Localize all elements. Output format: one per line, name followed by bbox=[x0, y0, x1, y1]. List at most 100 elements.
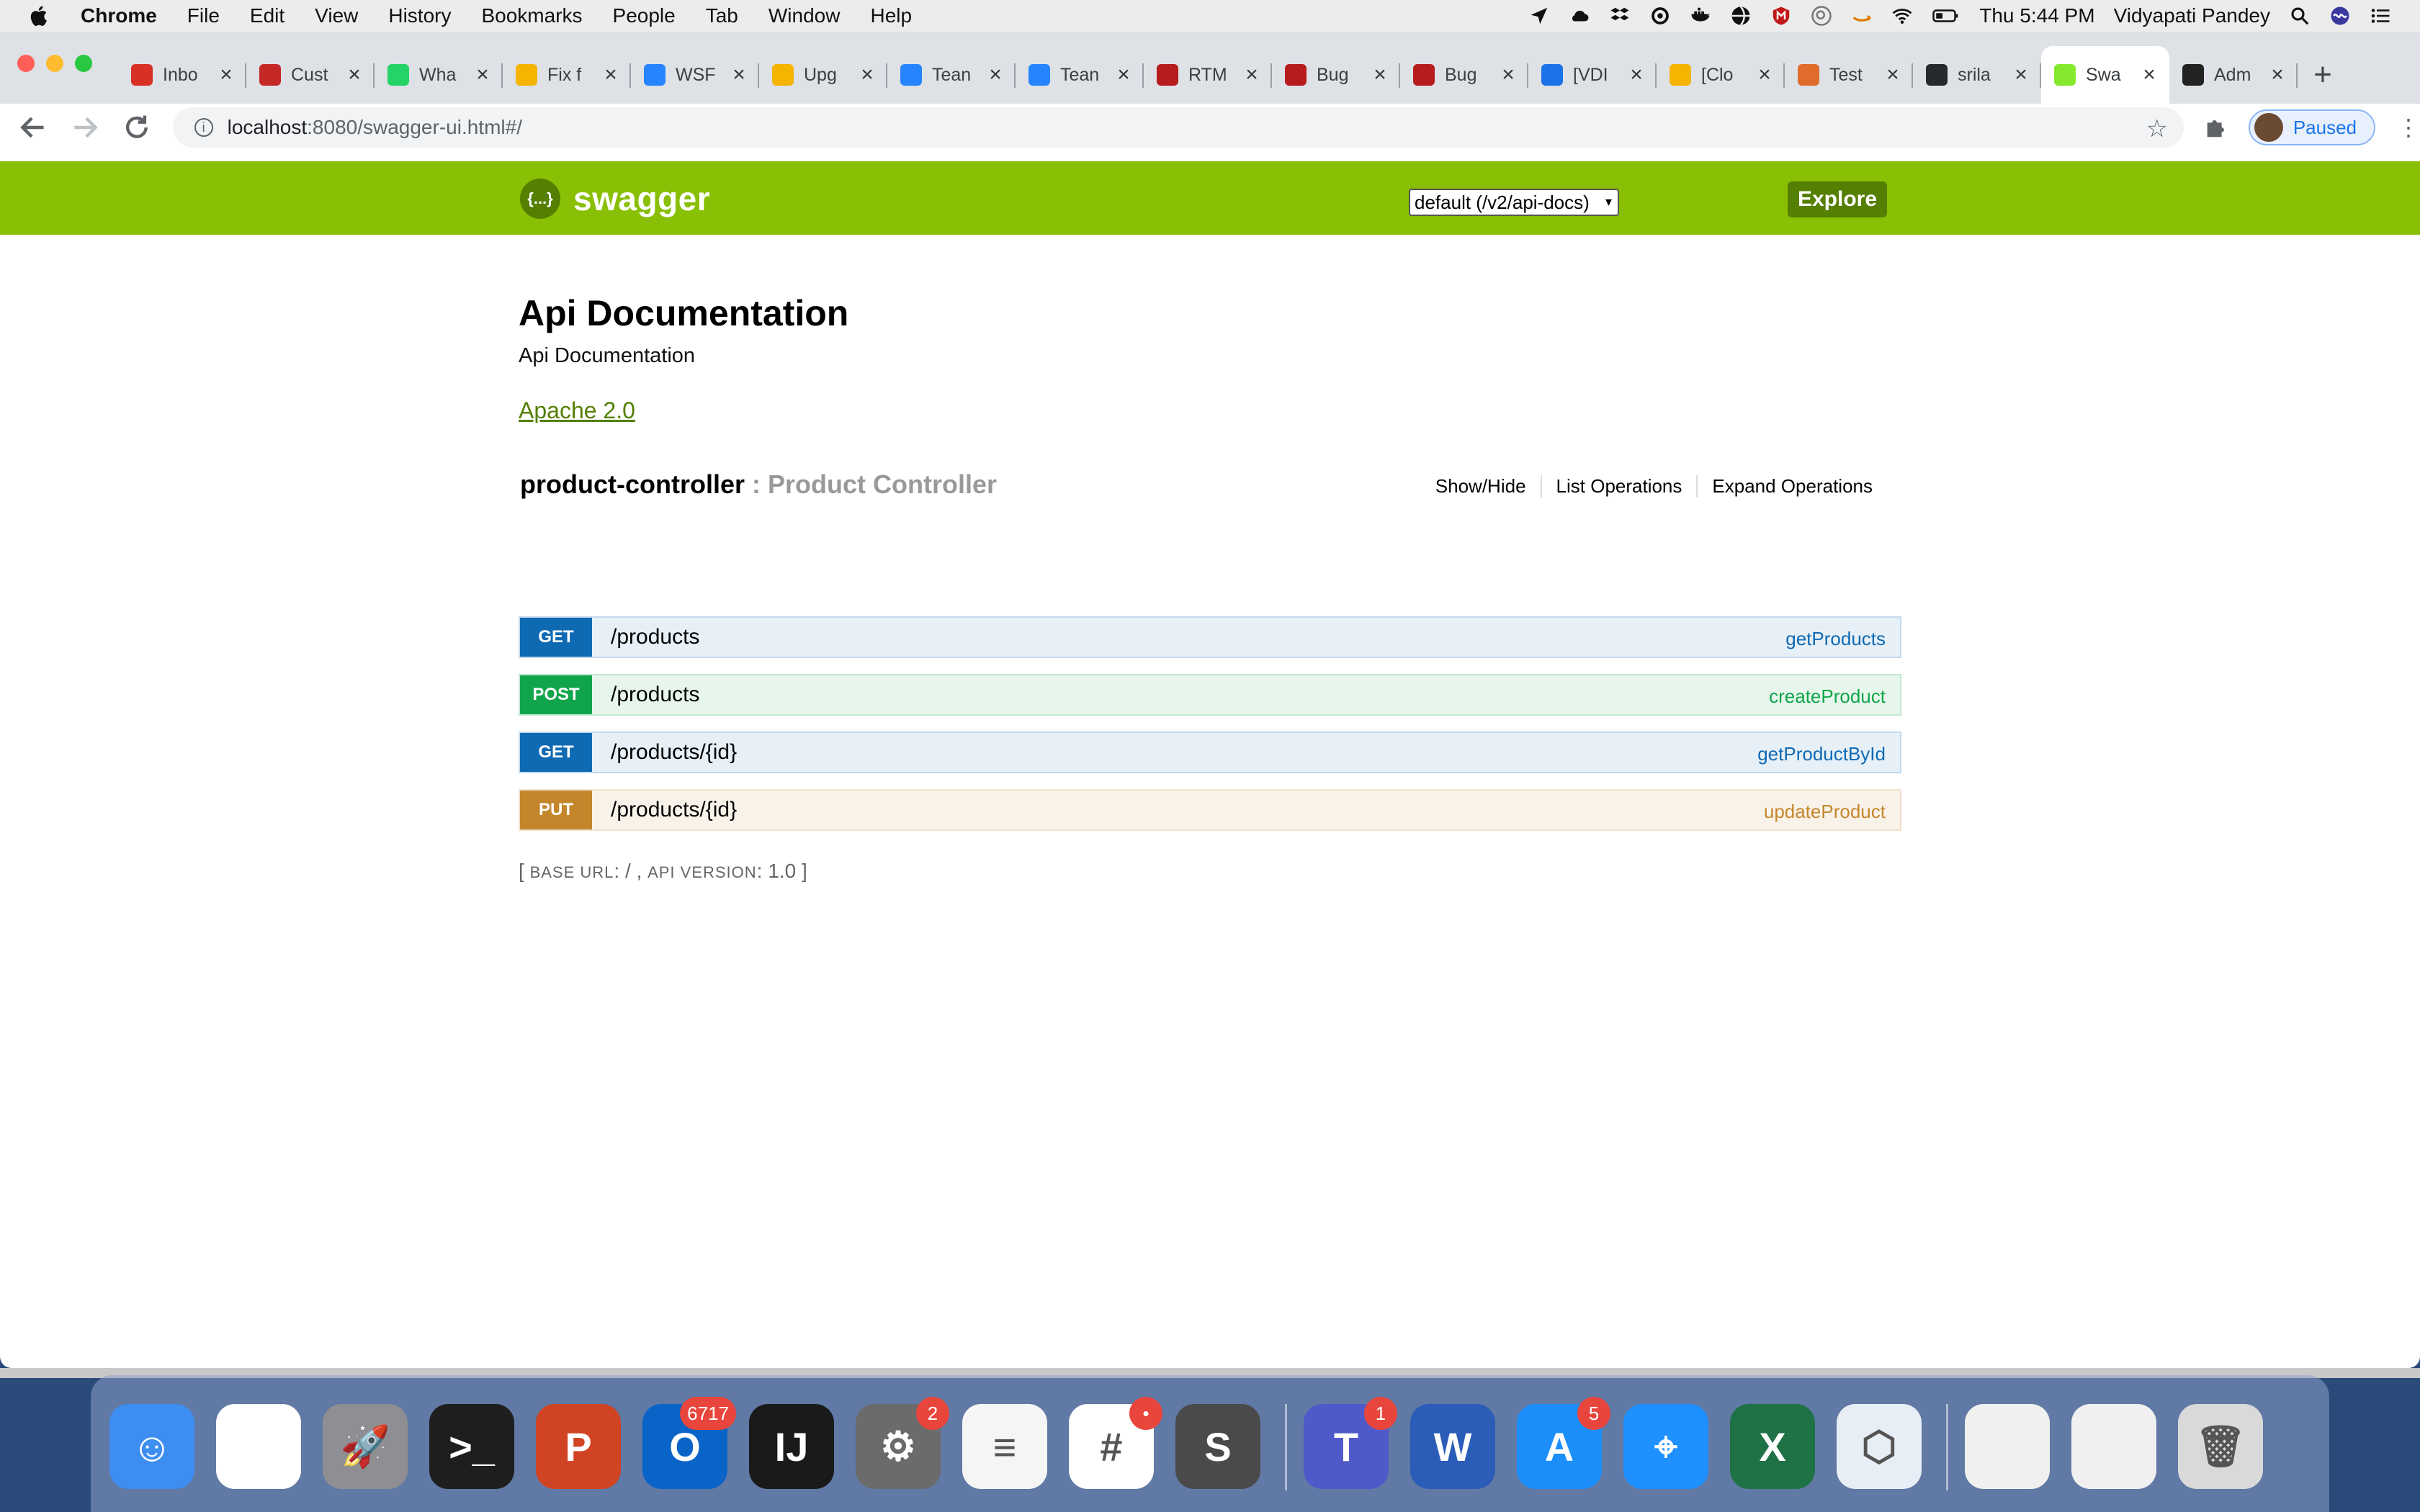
menubar-clock[interactable]: Thu 5:44 PM bbox=[1979, 4, 2094, 27]
close-tab-icon[interactable]: × bbox=[472, 63, 493, 87]
close-tab-icon[interactable]: × bbox=[1242, 63, 1262, 87]
mcafee-shield-icon[interactable] bbox=[1770, 5, 1792, 27]
minimized-window-icon[interactable] bbox=[2071, 1404, 2156, 1489]
close-tab-icon[interactable]: × bbox=[2139, 63, 2159, 87]
spotlight-alt-icon[interactable] bbox=[1811, 5, 1832, 27]
list-operations-link[interactable]: List Operations bbox=[1540, 475, 1697, 498]
terminal-icon[interactable]: >_ bbox=[429, 1404, 514, 1489]
close-tab-icon[interactable]: × bbox=[1626, 63, 1646, 87]
expand-operations-link[interactable]: Expand Operations bbox=[1696, 475, 1887, 498]
bookmark-star-icon[interactable]: ☆ bbox=[2146, 114, 2167, 143]
menu-tab[interactable]: Tab bbox=[706, 4, 738, 27]
amazon-icon[interactable] bbox=[1851, 5, 1873, 27]
apple-icon[interactable] bbox=[27, 4, 52, 28]
browser-tab[interactable]: Adm × bbox=[2169, 46, 2298, 104]
endpoint-get-products[interactable]: GET /products getProducts bbox=[519, 616, 1901, 658]
finder-icon[interactable]: ☺ bbox=[109, 1404, 194, 1489]
browser-tab[interactable]: Test × bbox=[1785, 46, 1913, 104]
intellij-icon[interactable]: IJ bbox=[749, 1404, 834, 1489]
menu-people[interactable]: People bbox=[613, 4, 676, 27]
spotlight-search-icon[interactable] bbox=[2289, 5, 2311, 27]
forward-arrow-icon[interactable] bbox=[69, 112, 101, 143]
close-tab-icon[interactable]: × bbox=[344, 63, 364, 87]
system-preferences-icon[interactable]: ⚙ 2 bbox=[856, 1397, 949, 1489]
slack-icon[interactable]: # • bbox=[1069, 1397, 1162, 1489]
reminders-icon[interactable]: ≡ bbox=[962, 1404, 1047, 1489]
notification-center-icon[interactable] bbox=[2370, 5, 2391, 27]
docker-icon[interactable] bbox=[1690, 5, 1711, 27]
operation-nickname[interactable]: updateProduct bbox=[1764, 801, 1886, 823]
wifi-icon[interactable] bbox=[1891, 5, 1913, 27]
reload-icon[interactable] bbox=[121, 112, 153, 143]
siri-icon[interactable] bbox=[2329, 5, 2351, 27]
endpoint-get-product-by-id[interactable]: GET /products/{id} getProductById bbox=[519, 732, 1901, 773]
browser-tab[interactable]: Bug × bbox=[1272, 46, 1400, 104]
battery-icon[interactable] bbox=[1932, 5, 1960, 27]
browser-tab[interactable]: Upg × bbox=[759, 46, 887, 104]
operation-nickname[interactable]: getProductById bbox=[1757, 743, 1886, 765]
excel-icon[interactable]: X bbox=[1730, 1404, 1815, 1489]
menu-history[interactable]: History bbox=[388, 4, 451, 27]
swagger-logo[interactable]: {...} swagger bbox=[520, 179, 710, 219]
menubar-user[interactable]: Vidyapati Pandey bbox=[2114, 4, 2270, 27]
browser-tab[interactable]: Cust × bbox=[246, 46, 375, 104]
extensions-puzzle-icon[interactable] bbox=[2202, 113, 2231, 142]
close-tab-icon[interactable]: × bbox=[857, 63, 877, 87]
chrome-icon[interactable] bbox=[216, 1404, 301, 1489]
browser-tab[interactable]: WSF × bbox=[631, 46, 759, 104]
close-tab-icon[interactable]: × bbox=[1754, 63, 1775, 87]
close-tab-icon[interactable]: × bbox=[1370, 63, 1390, 87]
sublime-icon[interactable]: S bbox=[1175, 1404, 1260, 1489]
back-arrow-icon[interactable] bbox=[17, 112, 49, 143]
browser-tab[interactable]: [Clo × bbox=[1657, 46, 1785, 104]
menu-bookmarks[interactable]: Bookmarks bbox=[481, 4, 582, 27]
browser-tab[interactable]: [VDI × bbox=[1528, 46, 1657, 104]
zoom-window-button[interactable] bbox=[75, 55, 92, 72]
browser-tab[interactable]: Inbo × bbox=[118, 46, 246, 104]
outlook-icon[interactable]: O 6717 bbox=[642, 1397, 736, 1489]
profile-button[interactable]: Paused bbox=[2248, 109, 2375, 145]
menu-chrome[interactable]: Chrome bbox=[81, 4, 157, 27]
menu-window[interactable]: Window bbox=[768, 4, 841, 27]
show-hide-link[interactable]: Show/Hide bbox=[1421, 475, 1541, 498]
cloud-icon[interactable] bbox=[1569, 5, 1590, 27]
close-tab-icon[interactable]: × bbox=[601, 63, 621, 87]
word-icon[interactable]: W bbox=[1410, 1404, 1495, 1489]
close-tab-icon[interactable]: × bbox=[729, 63, 749, 87]
browser-tab[interactable]: Wha × bbox=[375, 46, 503, 104]
dropbox-icon[interactable] bbox=[1609, 5, 1631, 27]
menu-file[interactable]: File bbox=[187, 4, 220, 27]
operation-nickname[interactable]: createProduct bbox=[1769, 685, 1886, 708]
trash-icon[interactable]: 🗑 bbox=[2178, 1404, 2263, 1489]
close-tab-icon[interactable]: × bbox=[985, 63, 1005, 87]
close-tab-icon[interactable]: × bbox=[1498, 63, 1518, 87]
browser-tab[interactable]: Swa × bbox=[2041, 46, 2169, 104]
workspace-one-icon[interactable]: ⬡ bbox=[1837, 1404, 1922, 1489]
api-definition-select[interactable]: default (/v2/api-docs) ▾ bbox=[1409, 189, 1619, 216]
browser-tab[interactable]: RTM × bbox=[1144, 46, 1272, 104]
new-tab-button[interactable]: + bbox=[2298, 46, 2348, 104]
gear-status-icon[interactable] bbox=[1649, 5, 1671, 27]
operation-nickname[interactable]: getProducts bbox=[1785, 628, 1886, 650]
close-tab-icon[interactable]: × bbox=[216, 63, 236, 87]
browser-tab[interactable]: Tean × bbox=[1016, 46, 1144, 104]
close-tab-icon[interactable]: × bbox=[2011, 63, 2031, 87]
endpoint-post-products[interactable]: POST /products createProduct bbox=[519, 674, 1901, 716]
explore-button[interactable]: Explore bbox=[1788, 181, 1887, 217]
powerpoint-icon[interactable]: P bbox=[536, 1404, 621, 1489]
close-tab-icon[interactable]: × bbox=[2267, 63, 2287, 87]
app-store-icon[interactable]: A5 bbox=[1517, 1397, 1610, 1489]
browser-tab[interactable]: srila × bbox=[1913, 46, 2041, 104]
location-arrow-icon[interactable] bbox=[1528, 5, 1550, 27]
close-tab-icon[interactable]: × bbox=[1113, 63, 1134, 87]
menu-view[interactable]: View bbox=[315, 4, 358, 27]
license-link[interactable]: Apache 2.0 bbox=[519, 397, 635, 424]
launchpad-icon[interactable]: 🚀 bbox=[323, 1404, 408, 1489]
menu-help[interactable]: Help bbox=[870, 4, 912, 27]
menu-edit[interactable]: Edit bbox=[250, 4, 284, 27]
close-tab-icon[interactable]: × bbox=[1883, 63, 1903, 87]
vpn-globe-icon[interactable] bbox=[1730, 5, 1752, 27]
site-info-icon[interactable]: i bbox=[194, 118, 213, 137]
browser-tab[interactable]: Tean × bbox=[887, 46, 1016, 104]
browser-tab[interactable]: Bug × bbox=[1400, 46, 1528, 104]
